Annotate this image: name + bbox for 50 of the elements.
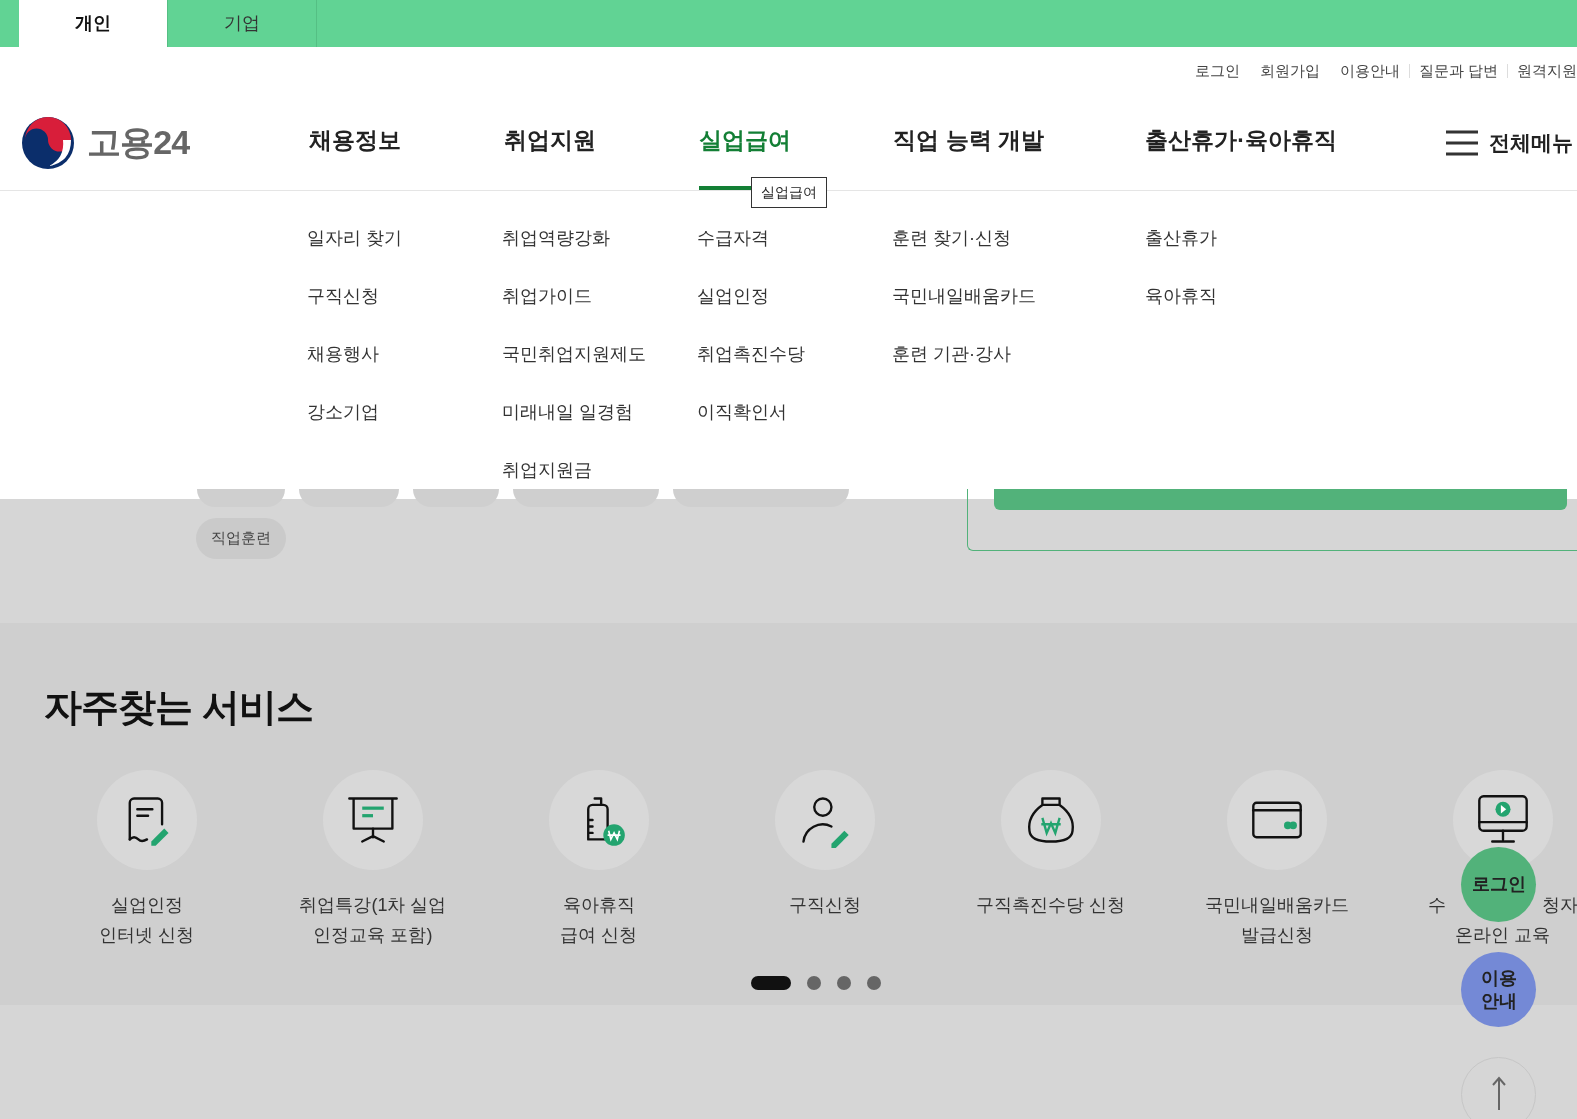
- submenu-link[interactable]: 출산휴가: [1145, 225, 1340, 252]
- keyword-chip[interactable]: 직업훈련: [196, 518, 286, 559]
- section-title: 자주찾는 서비스: [43, 685, 314, 730]
- submenu-link[interactable]: 미래내일 일경험: [502, 399, 697, 426]
- submenu-link[interactable]: 훈련 기관·강사: [892, 341, 1145, 368]
- keyword-chip[interactable]: [197, 489, 285, 507]
- service-label-fragment: 청자: [1542, 894, 1577, 917]
- audience-tab[interactable]: 개인: [19, 0, 168, 47]
- logo-text: 고용24: [87, 122, 190, 163]
- logo-emblem-icon: [21, 115, 75, 170]
- service-label-fragment: 수: [1428, 894, 1446, 917]
- submenu-link[interactable]: 일자리 찾기: [307, 225, 502, 252]
- submenu-link[interactable]: 국민내일배움카드: [892, 283, 1145, 310]
- nav-tab[interactable]: 취업지원: [503, 95, 596, 190]
- nav-tab[interactable]: 채용정보: [308, 95, 401, 190]
- all-menu-button[interactable]: 전체메뉴: [1445, 126, 1573, 159]
- service-link[interactable]: 실업인정 인터넷 신청: [34, 770, 260, 950]
- nav-tab[interactable]: 출산휴가·육아휴직: [1145, 95, 1337, 190]
- submenu-link[interactable]: 채용행사: [307, 341, 502, 368]
- keyword-chip[interactable]: [513, 489, 659, 507]
- utility-link[interactable]: 로그인: [1194, 59, 1240, 83]
- submenu-link[interactable]: 취업지원금: [502, 457, 697, 484]
- utility-link[interactable]: 회원가입: [1259, 59, 1320, 83]
- utility-link[interactable]: 이용안내: [1339, 59, 1400, 83]
- arrow-up-icon: [1490, 1076, 1507, 1110]
- submenu-link[interactable]: 훈련 찾기·신청: [892, 225, 1145, 252]
- submenu-link[interactable]: 육아휴직: [1145, 283, 1340, 310]
- submenu-link[interactable]: 실업인정: [697, 283, 892, 310]
- service-link[interactable]: 국민내일배움카드 발급신청: [1164, 770, 1390, 950]
- keyword-chip[interactable]: [673, 489, 849, 507]
- submenu-link[interactable]: 취업가이드: [502, 283, 697, 310]
- service-link[interactable]: 취업특강(1차 실업 인정교육 포함): [260, 770, 486, 950]
- utility-link[interactable]: 질문과 답변: [1418, 59, 1498, 83]
- service-link[interactable]: 구직신청: [712, 770, 938, 950]
- service-link[interactable]: 구직촉진수당 신청: [938, 770, 1164, 950]
- menu-icon: [1445, 129, 1479, 156]
- submenu-link[interactable]: 수급자격: [697, 225, 892, 252]
- tooltip: 실업급여: [751, 177, 827, 208]
- nav-tab[interactable]: 직업 능력 개발: [893, 95, 1045, 190]
- utility-link[interactable]: 원격지원: [1517, 59, 1577, 83]
- submenu-link[interactable]: 취업역량강화: [502, 225, 697, 252]
- submit-button[interactable]: [994, 489, 1567, 510]
- submenu-link[interactable]: 강소기업: [307, 399, 502, 426]
- submenu-link[interactable]: 국민취업지원제도: [502, 341, 697, 368]
- service-link[interactable]: 육아휴직 급여 신청: [486, 770, 712, 950]
- submenu-link[interactable]: 취업촉진수당: [697, 341, 892, 368]
- keyword-chip[interactable]: [413, 489, 499, 507]
- keyword-chip[interactable]: [299, 489, 399, 507]
- submenu-link[interactable]: 구직신청: [307, 283, 502, 310]
- submenu-link[interactable]: 이직확인서: [697, 399, 892, 426]
